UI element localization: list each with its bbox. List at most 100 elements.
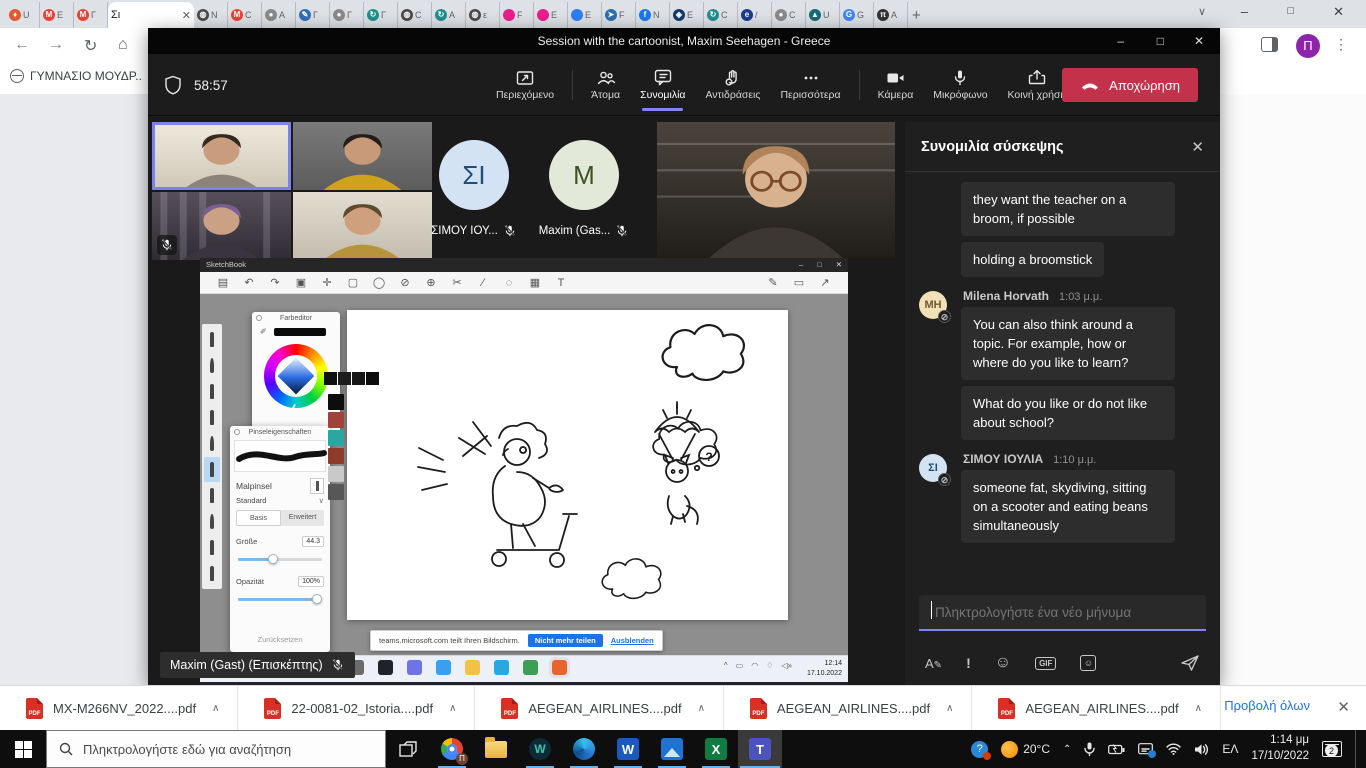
- browser-close-button[interactable]: ✕: [1333, 4, 1344, 20]
- browser-tab[interactable]: ●C: [772, 2, 806, 28]
- browser-tab[interactable]: ♦U: [6, 2, 40, 28]
- chat-button[interactable]: Συνομιλία: [630, 54, 695, 116]
- tab-favicon-icon: [537, 9, 549, 21]
- download-chevron-icon[interactable]: ∧: [212, 703, 219, 714]
- chat-close-icon[interactable]: ✕: [1191, 138, 1204, 156]
- reload-icon[interactable]: ↻: [84, 36, 97, 56]
- participant-video-large[interactable]: [657, 122, 895, 258]
- forward-icon[interactable]: →: [48, 36, 64, 54]
- teams-tray-icon[interactable]: [1138, 743, 1153, 756]
- browser-tab[interactable]: E: [534, 2, 568, 28]
- battery-icon[interactable]: [1108, 744, 1125, 755]
- browser-maximize-button[interactable]: □: [1287, 5, 1294, 17]
- taskbar-app-word[interactable]: W: [606, 730, 650, 768]
- start-button[interactable]: [0, 730, 46, 768]
- tray-chevron-icon[interactable]: ⌃: [1063, 744, 1071, 755]
- taskbar-apps: Π W W XT: [430, 730, 782, 768]
- download-chip[interactable]: PDFMX-M266NV_2022....pdf∧: [0, 686, 238, 731]
- browser-tab[interactable]: ◍ε: [466, 2, 500, 28]
- download-chevron-icon[interactable]: ∧: [1195, 703, 1202, 714]
- help-icon[interactable]: ?: [971, 741, 988, 758]
- gif-icon[interactable]: GIF: [1035, 657, 1056, 670]
- back-icon[interactable]: ←: [14, 36, 30, 54]
- browser-tab[interactable]: ▲U: [806, 2, 840, 28]
- home-icon[interactable]: ⌂: [118, 36, 128, 54]
- taskbar-app-edge[interactable]: [562, 730, 606, 768]
- browser-tab[interactable]: MC: [228, 2, 262, 28]
- taskbar-app-webex[interactable]: W: [518, 730, 562, 768]
- taskbar-app-teams[interactable]: T: [738, 730, 782, 768]
- taskbar-clock[interactable]: 1:14 μμ 17/10/2022: [1251, 733, 1309, 764]
- format-icon[interactable]: A✎: [925, 656, 942, 671]
- downloads-close-icon[interactable]: ✕: [1337, 698, 1350, 716]
- volume-icon[interactable]: [1194, 743, 1209, 756]
- leave-button[interactable]: Αποχώρηση: [1062, 68, 1198, 102]
- language-indicator[interactable]: ΕΛ: [1222, 742, 1238, 756]
- browser-tab[interactable]: ➤F: [602, 2, 636, 28]
- browser-tab[interactable]: GG: [840, 2, 874, 28]
- content-button[interactable]: Περιεχόμενο: [486, 54, 564, 116]
- microphone-button[interactable]: Μικρόφωνο: [923, 54, 997, 116]
- taskbar-app-explorer[interactable]: [474, 730, 518, 768]
- show-desktop-strip[interactable]: [1355, 730, 1360, 768]
- camera-button[interactable]: Κάμερα: [868, 54, 924, 116]
- browser-tab[interactable]: ↻Γ: [364, 2, 398, 28]
- browser-tab[interactable]: ●Γ: [330, 2, 364, 28]
- browser-tab[interactable]: ✎Γ: [296, 2, 330, 28]
- browser-tab[interactable]: ↻C: [704, 2, 738, 28]
- tab-search-chevron-icon[interactable]: ∨: [1198, 5, 1206, 18]
- browser-tab[interactable]: ME: [40, 2, 74, 28]
- teams-maximize-button[interactable]: □: [1157, 34, 1164, 48]
- show-all-downloads-button[interactable]: Προβολή όλων: [1224, 698, 1310, 713]
- participant-avatar-tile[interactable]: M Maxim (Gas...: [509, 122, 659, 262]
- tray-mic-icon[interactable]: [1084, 742, 1095, 756]
- browser-tab[interactable]: E: [568, 2, 602, 28]
- reactions-button[interactable]: Αντιδράσεις: [695, 54, 770, 116]
- tab-label: Σι: [111, 9, 120, 21]
- send-icon[interactable]: [1180, 654, 1200, 672]
- chat-message-input[interactable]: [919, 595, 1206, 631]
- bookmark-item[interactable]: ΓΥΜΝΑΣΙΟ ΜΟΥΔΡ..: [10, 69, 142, 83]
- browser-minimize-button[interactable]: –: [1241, 4, 1248, 19]
- browser-tab[interactable]: ●A: [262, 2, 296, 28]
- video-tile[interactable]: [152, 122, 291, 190]
- browser-tab[interactable]: ◍C: [398, 2, 432, 28]
- browser-tab[interactable]: fN: [636, 2, 670, 28]
- taskbar-app-photos[interactable]: [650, 730, 694, 768]
- browser-tab[interactable]: πA: [874, 2, 908, 28]
- more-button[interactable]: Περισσότερα: [770, 54, 850, 116]
- download-chevron-icon[interactable]: ∧: [698, 703, 705, 714]
- side-panel-icon[interactable]: [1261, 37, 1278, 52]
- video-tile[interactable]: [152, 192, 291, 260]
- people-button[interactable]: Άτομα: [581, 54, 630, 116]
- wifi-icon[interactable]: [1166, 743, 1181, 755]
- sticker-icon[interactable]: ☺: [1080, 655, 1096, 671]
- weather-widget[interactable]: 20°C: [1001, 741, 1050, 758]
- download-chip[interactable]: PDFAEGEAN_AIRLINES....pdf∧: [724, 686, 973, 731]
- teams-minimize-button[interactable]: –: [1117, 34, 1124, 48]
- browser-profile-avatar[interactable]: Π: [1296, 34, 1320, 58]
- tab-close-icon[interactable]: ✕: [182, 9, 191, 22]
- download-chip[interactable]: PDF22-0081-02_Istoria....pdf∧: [238, 686, 475, 731]
- browser-tab[interactable]: MΓ: [74, 2, 108, 28]
- browser-tab[interactable]: ◈E: [670, 2, 704, 28]
- taskbar-app-chrome[interactable]: Π: [430, 730, 474, 768]
- task-view-button[interactable]: [386, 730, 430, 768]
- browser-tab[interactable]: F: [500, 2, 534, 28]
- priority-icon[interactable]: !: [966, 655, 971, 671]
- browser-tab[interactable]: ↻A: [432, 2, 466, 28]
- taskbar-app-excel[interactable]: X: [694, 730, 738, 768]
- download-chevron-icon[interactable]: ∧: [449, 703, 456, 714]
- download-chip[interactable]: PDFAEGEAN_AIRLINES....pdf∧: [475, 686, 724, 731]
- new-tab-button[interactable]: +: [912, 7, 921, 24]
- notification-center-icon[interactable]: 2: [1322, 741, 1342, 757]
- taskbar-search-box[interactable]: Πληκτρολογήστε εδώ για αναζήτηση: [46, 730, 386, 768]
- browser-menu-icon[interactable]: ⋮: [1334, 36, 1348, 53]
- emoji-icon[interactable]: ☺: [995, 654, 1011, 672]
- teams-close-button[interactable]: ✕: [1194, 34, 1204, 48]
- browser-tab[interactable]: e/: [738, 2, 772, 28]
- browser-tab-active[interactable]: Σι ✕: [108, 2, 194, 28]
- browser-tab[interactable]: ◍N: [194, 2, 228, 28]
- download-chip[interactable]: PDFAEGEAN_AIRLINES....pdf∧: [972, 686, 1221, 731]
- download-chevron-icon[interactable]: ∧: [946, 703, 953, 714]
